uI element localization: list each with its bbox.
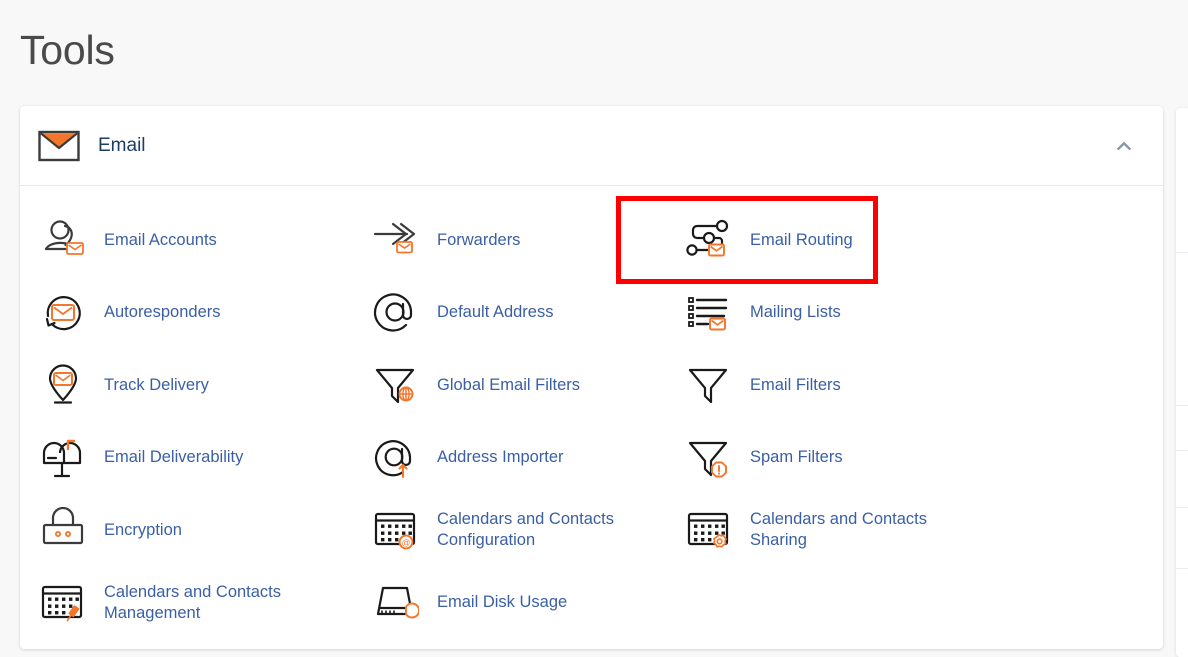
tool-label: Spam Filters xyxy=(750,447,843,468)
panel-divider xyxy=(1176,568,1188,569)
tool-label: Calendars and Contacts Sharing xyxy=(750,509,980,551)
tool-label: Default Address xyxy=(437,302,553,323)
tool-label: Email Routing xyxy=(750,230,853,251)
calendar-pin-icon xyxy=(40,580,86,626)
tool-item-email-routing[interactable]: Email Routing xyxy=(666,204,1146,277)
tool-label: Global Email Filters xyxy=(437,375,580,396)
tool-item-forwarders[interactable]: Forwarders xyxy=(353,204,666,277)
tools-page: Tools Email xyxy=(0,0,1188,657)
tool-label: Email Disk Usage xyxy=(437,592,567,613)
funnel-alert-icon xyxy=(686,435,732,481)
mailbox-icon xyxy=(40,435,86,481)
tool-label: Address Importer xyxy=(437,447,564,468)
tool-item-email-deliverability[interactable]: Email Deliverability xyxy=(20,422,353,495)
tool-label: Track Delivery xyxy=(104,375,209,396)
tool-item-encryption[interactable]: Encryption xyxy=(20,494,353,567)
svg-text:@: @ xyxy=(402,538,411,548)
at-circle-arrow-icon xyxy=(373,435,419,481)
funnel-globe-icon xyxy=(373,362,419,408)
tool-item-address-importer[interactable]: Address Importer xyxy=(353,422,666,495)
right-side-panel xyxy=(1176,108,1188,657)
at-circle-icon xyxy=(373,290,419,336)
tool-item-email-disk-usage[interactable]: Email Disk Usage xyxy=(353,567,666,640)
tool-item-mailing-lists[interactable]: Mailing Lists xyxy=(666,277,1146,350)
tool-item-email-filters[interactable]: Email Filters xyxy=(666,349,1146,422)
tool-label: Forwarders xyxy=(437,230,520,251)
calendar-at-icon: @ xyxy=(373,507,419,553)
padlock-icon xyxy=(40,507,86,553)
tool-item-calendars-contacts-management[interactable]: Calendars and Contacts Management xyxy=(20,567,353,640)
map-pin-envelope-icon xyxy=(40,362,86,408)
page-title: Tools xyxy=(20,24,115,76)
tool-item-autoresponders[interactable]: Autoresponders xyxy=(20,277,353,350)
tool-label: Calendars and Contacts Configuration xyxy=(437,509,666,551)
disk-pie-icon xyxy=(373,580,419,626)
tool-item-calendars-contacts-sharing[interactable]: Calendars and Contacts Sharing xyxy=(666,494,1146,567)
routing-nodes-envelope-icon xyxy=(686,217,732,263)
tool-item-email-accounts[interactable]: Email Accounts xyxy=(20,204,353,277)
chevron-up-icon[interactable] xyxy=(1107,129,1141,163)
tool-item-calendars-contacts-configuration[interactable]: @ Calendars and Contacts Configuration xyxy=(353,494,666,567)
email-tools-grid: Email Accounts Forwarders xyxy=(20,186,1163,639)
tool-item-global-email-filters[interactable]: Global Email Filters xyxy=(353,349,666,422)
email-section-card: Email xyxy=(20,106,1163,649)
calendar-gear-icon xyxy=(686,507,732,553)
tool-item-spam-filters[interactable]: Spam Filters xyxy=(666,422,1146,495)
tool-label: Calendars and Contacts Management xyxy=(104,582,334,624)
arrow-forward-envelope-icon xyxy=(373,217,419,263)
email-section-title: Email xyxy=(98,135,146,157)
tool-label: Encryption xyxy=(104,520,182,541)
tool-label: Autoresponders xyxy=(104,302,221,323)
circular-arrow-envelope-icon xyxy=(40,290,86,336)
tool-item-track-delivery[interactable]: Track Delivery xyxy=(20,349,353,422)
funnel-icon xyxy=(686,362,732,408)
tool-label: Email Filters xyxy=(750,375,841,396)
user-envelope-icon xyxy=(40,217,86,263)
tool-item-default-address[interactable]: Default Address xyxy=(353,277,666,350)
list-envelope-icon xyxy=(686,290,732,336)
email-section-header[interactable]: Email xyxy=(20,106,1163,186)
tool-label: Mailing Lists xyxy=(750,302,841,323)
envelope-icon xyxy=(38,130,80,162)
tool-label: Email Accounts xyxy=(104,230,217,251)
tool-label: Email Deliverability xyxy=(104,447,243,468)
